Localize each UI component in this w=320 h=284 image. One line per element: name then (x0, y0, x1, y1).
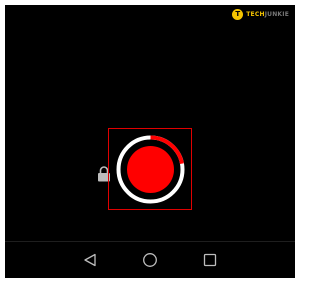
navigation-bar (5, 241, 295, 278)
record-button[interactable] (127, 146, 174, 193)
home-button[interactable] (141, 251, 159, 269)
watermark-logo-icon: T (232, 8, 244, 20)
back-triangle-icon (84, 253, 96, 267)
back-button[interactable] (81, 251, 99, 269)
watermark-text: TECHJUNKIE (246, 11, 289, 18)
recent-apps-square-icon (203, 253, 217, 267)
record-control-frame (108, 128, 192, 210)
watermark: T TECHJUNKIE (232, 7, 289, 21)
recent-apps-button[interactable] (201, 251, 219, 269)
watermark-text-part2: JUNKIE (264, 10, 289, 18)
phone-screen: T TECHJUNKIE (5, 5, 295, 278)
home-circle-icon (143, 253, 157, 267)
watermark-text-part1: TECH (246, 10, 265, 18)
